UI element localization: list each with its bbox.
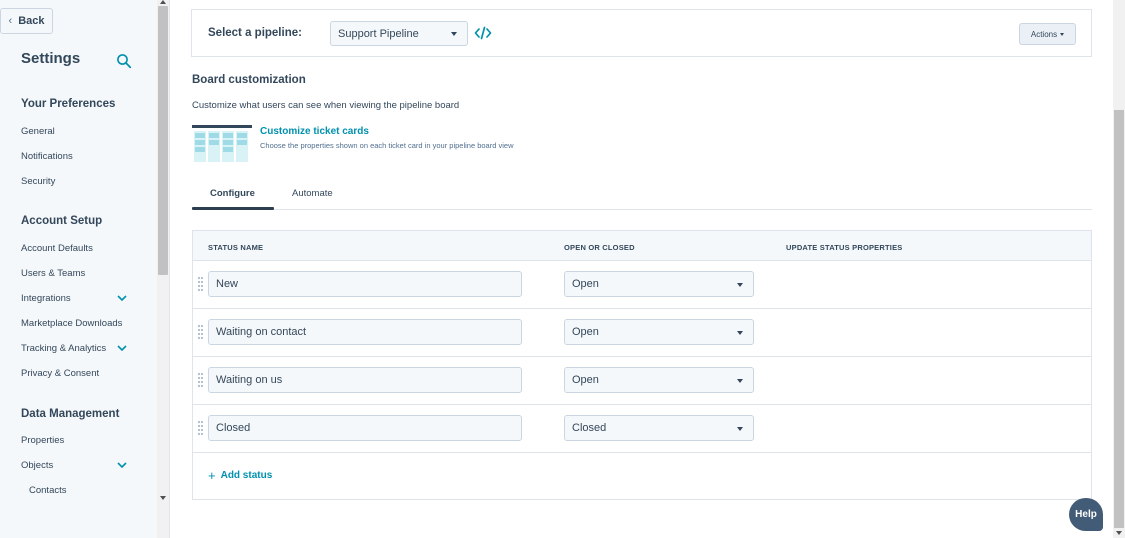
- open-closed-select[interactable]: Open: [564, 319, 754, 345]
- group-title-account-setup: Account Setup: [21, 215, 103, 227]
- open-closed-select[interactable]: Open: [564, 271, 754, 297]
- status-name-input[interactable]: Waiting on contact: [208, 319, 522, 345]
- customize-ticket-cards-link[interactable]: Customize ticket cards: [260, 126, 369, 137]
- ticket-cards-preview-icon: [192, 124, 252, 164]
- sidebar-item-integrations[interactable]: Integrations: [21, 293, 71, 304]
- sidebar-item-users-teams[interactable]: Users & Teams: [21, 268, 85, 279]
- chevron-left-icon: ‹: [8, 15, 13, 27]
- actions-button-label: Actions: [1030, 29, 1058, 39]
- open-closed-select-value: Open: [572, 326, 599, 338]
- drag-handle-icon[interactable]: [198, 276, 203, 292]
- sidebar-item-notifications[interactable]: Notifications: [21, 151, 73, 162]
- open-closed-select-value: Open: [572, 278, 599, 290]
- main-scrollbar-thumb[interactable]: [1114, 110, 1124, 528]
- scroll-down-icon[interactable]: [160, 496, 166, 500]
- settings-sidebar: ‹ Back Settings Your Preferences General…: [0, 0, 170, 538]
- add-status-label: Add status: [220, 470, 273, 481]
- sidebar-item-privacy-consent[interactable]: Privacy & Consent: [21, 368, 99, 379]
- board-customization-description: Customize what users can see when viewin…: [192, 100, 460, 111]
- sidebar-title: Settings: [21, 50, 81, 67]
- drag-handle-icon[interactable]: [198, 324, 203, 340]
- group-title-data-management: Data Management: [21, 408, 120, 420]
- chevron-down-icon[interactable]: [116, 294, 128, 302]
- caret-down-icon: [737, 427, 743, 431]
- pipeline-label: Select a pipeline:: [208, 27, 302, 39]
- open-closed-select-value: Open: [572, 374, 599, 386]
- plus-icon: +: [208, 467, 216, 483]
- tab-configure[interactable]: Configure: [210, 188, 255, 199]
- search-icon[interactable]: [116, 53, 132, 69]
- pipeline-select-value: Support Pipeline: [338, 27, 419, 40]
- help-button-label: Help: [1075, 509, 1097, 520]
- row-divider: [192, 308, 1092, 309]
- tab-divider: [274, 209, 1092, 210]
- column-header-open-or-closed: OPEN OR CLOSED: [564, 243, 635, 252]
- caret-down-icon: [737, 379, 743, 383]
- chevron-down-icon[interactable]: [116, 344, 128, 352]
- open-closed-select[interactable]: Open: [564, 367, 754, 393]
- actions-button[interactable]: Actions: [1019, 23, 1076, 45]
- sidebar-item-objects[interactable]: Objects: [21, 460, 53, 471]
- sidebar-item-account-defaults[interactable]: Account Defaults: [21, 243, 93, 254]
- tab-automate[interactable]: Automate: [292, 188, 333, 199]
- row-divider: [192, 404, 1092, 405]
- back-button[interactable]: ‹ Back: [0, 8, 53, 34]
- drag-handle-icon[interactable]: [198, 372, 203, 388]
- sidebar-item-general[interactable]: General: [21, 126, 55, 137]
- sidebar-item-properties[interactable]: Properties: [21, 435, 64, 446]
- sidebar-item-contacts[interactable]: Contacts: [29, 485, 67, 496]
- board-customization-title: Board customization: [192, 74, 306, 86]
- scroll-up-icon[interactable]: [160, 0, 166, 4]
- customize-ticket-cards-description: Choose the properties shown on each tick…: [260, 141, 514, 150]
- status-table-header: [192, 230, 1092, 261]
- caret-down-icon: [737, 283, 743, 287]
- column-header-status-name: STATUS NAME: [208, 243, 264, 252]
- status-name-input[interactable]: Closed: [208, 415, 522, 441]
- status-name-input[interactable]: Waiting on us: [208, 367, 522, 393]
- open-closed-select[interactable]: Closed: [564, 415, 754, 441]
- caret-down-icon: [451, 32, 457, 36]
- sidebar-item-marketplace-downloads[interactable]: Marketplace Downloads: [21, 318, 122, 329]
- open-closed-select-value: Closed: [572, 422, 607, 434]
- row-divider: [192, 356, 1092, 357]
- caret-down-icon: [737, 331, 743, 335]
- pipeline-bar: [191, 9, 1092, 57]
- sidebar-scrollbar-thumb[interactable]: [158, 6, 168, 275]
- active-tab-indicator: [192, 207, 274, 210]
- caret-down-icon: [1060, 32, 1065, 36]
- add-status-button[interactable]: + Add status: [208, 467, 273, 483]
- chevron-down-icon[interactable]: [116, 461, 128, 469]
- pipeline-select[interactable]: Support Pipeline: [330, 21, 468, 46]
- help-button[interactable]: Help: [1069, 498, 1103, 531]
- row-divider: [192, 452, 1092, 453]
- column-header-update-status-properties: UPDATE STATUS PROPERTIES: [786, 243, 903, 252]
- sidebar-item-tracking-analytics[interactable]: Tracking & Analytics: [21, 343, 106, 354]
- group-title-your-preferences: Your Preferences: [21, 98, 116, 110]
- sidebar-item-security[interactable]: Security: [21, 176, 55, 187]
- drag-handle-icon[interactable]: [198, 420, 203, 436]
- status-name-input[interactable]: New: [208, 271, 522, 297]
- code-embed-icon[interactable]: [474, 26, 492, 40]
- scroll-down-icon[interactable]: [1116, 531, 1122, 535]
- back-button-label: Back: [18, 15, 45, 27]
